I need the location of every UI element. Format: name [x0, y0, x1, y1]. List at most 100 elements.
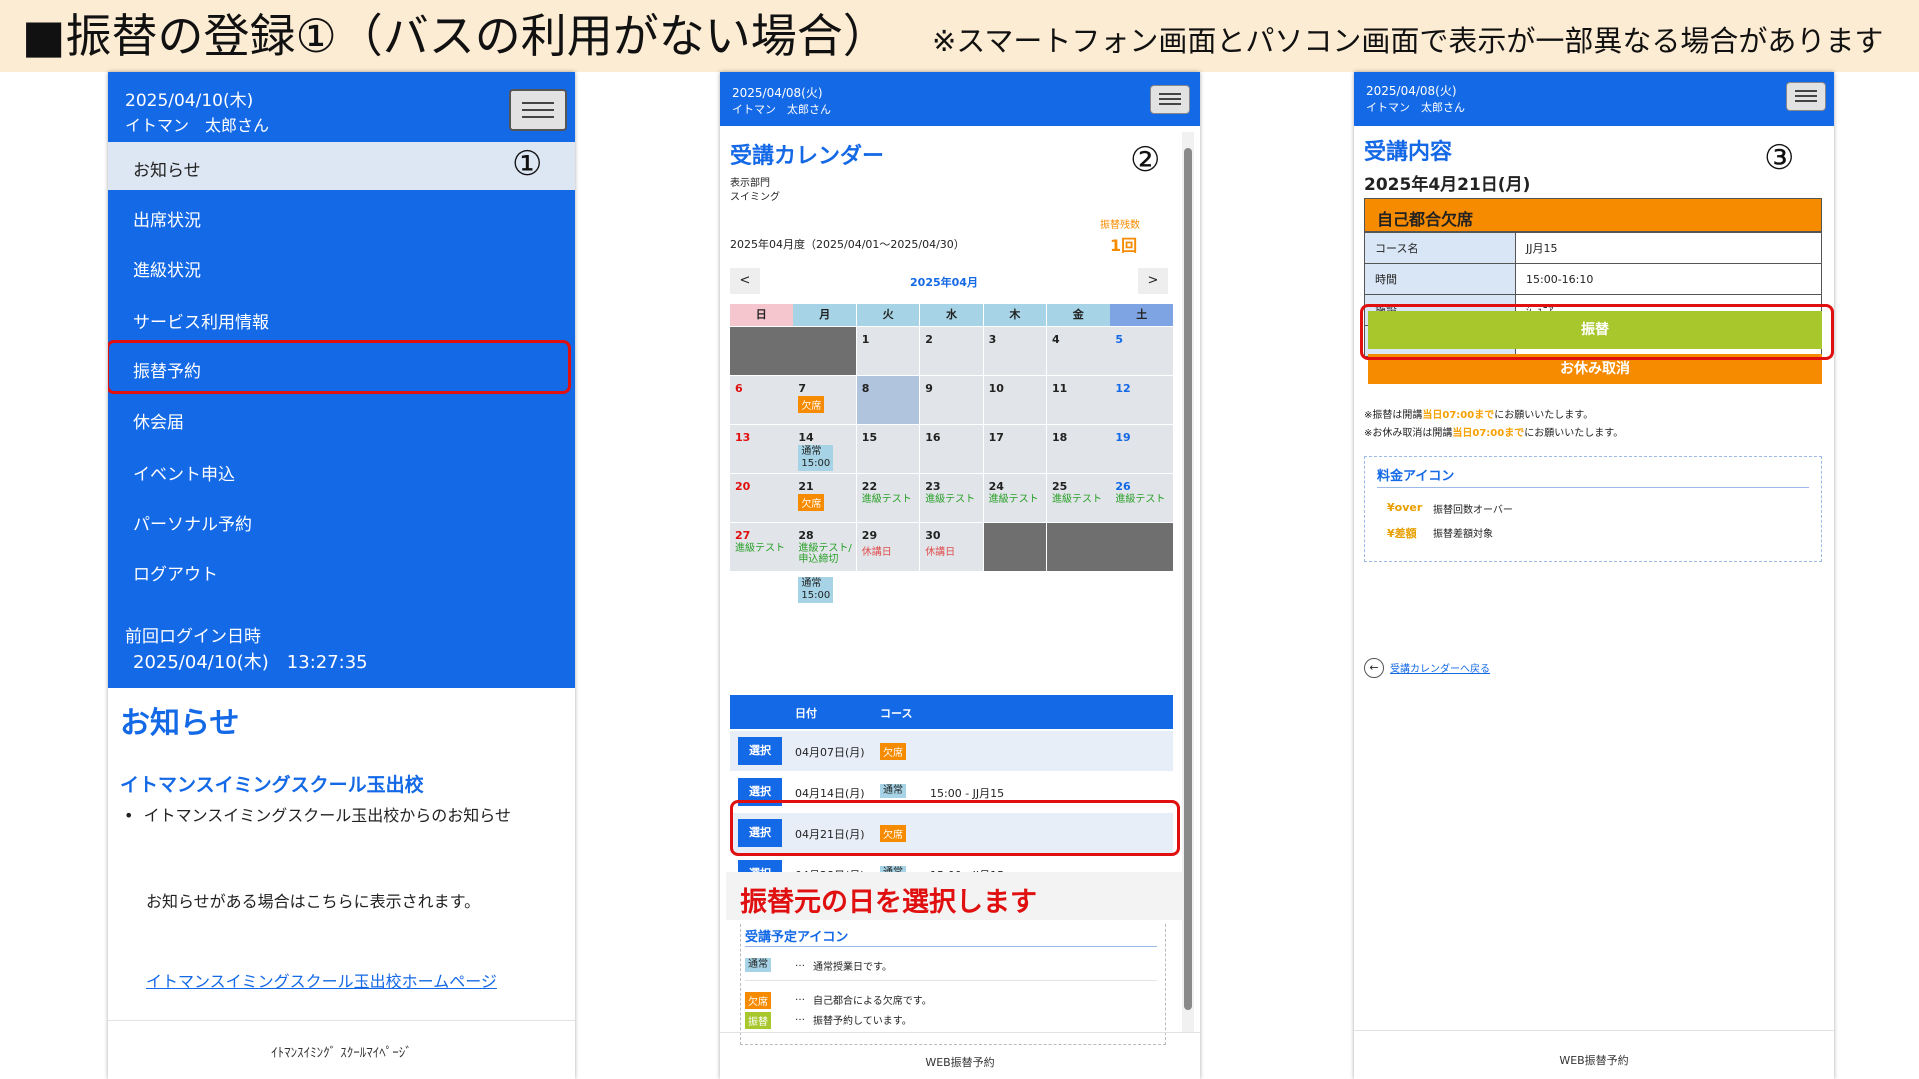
calendar-day-9[interactable]: 9 — [920, 375, 983, 424]
scrollbar-thumb[interactable] — [1184, 148, 1192, 1010]
homepage-link[interactable]: イトマンスイミングスクール玉出校ホームページ — [146, 968, 497, 992]
calendar-day-23[interactable]: 23 進級テスト — [920, 473, 983, 522]
phone-screen-calendar: 2025/04/08(火) イトマン 太郎さん 受講カレンダー ② 表示部門 ス… — [720, 72, 1200, 1079]
menu-item-leave[interactable]: 休会届 — [133, 408, 184, 433]
day-number: 17 — [988, 430, 1004, 444]
menu-item-label: お知らせ — [133, 161, 201, 181]
day-number: 15 — [861, 430, 878, 444]
calendar-day-25[interactable]: 25 進級テスト — [1047, 473, 1110, 522]
calendar-day-1[interactable]: 1 — [856, 326, 920, 375]
detail-title: 受講内容 — [1364, 140, 1453, 165]
current-date: 2025/04/08(火) — [1366, 84, 1457, 98]
calendar-day-15[interactable]: 15 — [856, 424, 920, 473]
menu-item-logout[interactable]: ログアウト — [133, 560, 218, 585]
calendar-grid: 日月火水木金土 1 2 3 4 5 6 7 欠席 8 9 10 11 12 13 14 通常 15:00 15 16… — [730, 304, 1173, 672]
col-course-header: コース — [880, 707, 913, 720]
calendar-day-21[interactable]: 21 欠席 — [793, 473, 856, 522]
calendar-day-18[interactable]: 18 — [1047, 424, 1110, 473]
calendar-day-6[interactable]: 6 — [730, 375, 793, 424]
calendar-day-14[interactable]: 14 通常 15:00 — [793, 424, 856, 473]
calendar-day-26[interactable]: 26 進級テスト — [1110, 473, 1173, 522]
menu-item-service-info[interactable]: サービス利用情報 — [133, 308, 269, 333]
footer: ｲﾄﾏﾝｽｲﾐﾝｸﾞ ｽｸｰﾙﾏｲﾍﾟｰｼﾞ — [271, 1046, 412, 1061]
legend-divider — [745, 946, 1157, 947]
back-arrow-icon[interactable]: ← — [1364, 658, 1384, 678]
day-number: 30 — [925, 528, 941, 542]
menu-item-personal[interactable]: パーソナル予約 — [133, 510, 252, 535]
day-number: 6 — [735, 381, 743, 395]
calendar-day-22[interactable]: 22 進級テスト — [856, 473, 920, 522]
calendar-day-4[interactable]: 4 — [1047, 326, 1110, 375]
footer: WEB振替予約 — [925, 1056, 995, 1069]
notice-bullet: • イトマンスイミングスクール玉出校からのお知らせ — [124, 806, 511, 825]
highlight-selected-row — [730, 800, 1180, 856]
divider — [108, 1020, 575, 1021]
divider — [1354, 1030, 1834, 1031]
phone-screen-menu: 2025/04/10(木) イトマン 太郎さん お知らせ ① 出席状況 進級状況… — [108, 72, 575, 1079]
calendar-day-7[interactable]: 7 欠席 — [793, 375, 856, 424]
calendar-day-27[interactable]: 27 進級テスト — [730, 522, 793, 571]
remaining-label: 振替残数 — [1100, 220, 1140, 231]
day-number: 22 — [861, 479, 878, 493]
day-number: 1 — [861, 332, 870, 346]
menu-item-progress[interactable]: 進級状況 — [133, 256, 201, 281]
calendar-cell-empty — [983, 522, 1047, 571]
select-button[interactable]: 選択 — [738, 737, 782, 765]
menu-item-event[interactable]: イベント申込 — [133, 460, 235, 485]
calendar-cell-empty — [793, 326, 856, 375]
menu-item-attendance[interactable]: 出席状況 — [133, 206, 201, 231]
list-row-0407[interactable]: 選択 04月07日(月) 欠席 — [730, 731, 1173, 771]
calendar-day-29[interactable]: 29 休講日 — [856, 522, 920, 571]
legend-box: 受講予定アイコン 通常 … 通常授業日です。 欠席 … 自己都合による欠席です。… — [740, 924, 1166, 1045]
menu-item-notice[interactable]: お知らせ — [108, 142, 575, 190]
current-date: 2025/04/08(火) — [732, 86, 823, 100]
calendar-day-8[interactable]: 8 — [856, 375, 920, 424]
calendar-tag-absent: 欠席 — [798, 493, 825, 511]
calendar-day-5[interactable]: 5 — [1110, 326, 1173, 375]
weekday-header-6: 土 — [1110, 304, 1173, 326]
slide-note: ※スマートフォン画面とパソコン画面で表示が一部異なる場合があります — [932, 24, 1884, 58]
calendar-tag-red: 休講日 — [861, 546, 892, 558]
last-login-label: 前回ログイン日時 — [125, 627, 261, 647]
calendar-day-3[interactable]: 3 — [983, 326, 1047, 375]
calendar-day-10[interactable]: 10 — [983, 375, 1047, 424]
calendar-day-2[interactable]: 2 — [920, 326, 983, 375]
lesson-date: 2025年4月21日(月) — [1364, 175, 1531, 195]
calendar-day-30[interactable]: 30 休講日 — [920, 522, 983, 571]
scrollbar[interactable] — [1182, 132, 1194, 1032]
calendar-day-19[interactable]: 19 — [1110, 424, 1173, 473]
legend-text-transfer: 振替予約しています。 — [813, 1016, 912, 1027]
next-month-button[interactable]: > — [1138, 268, 1168, 294]
hamburger-menu-icon[interactable] — [509, 89, 567, 131]
hamburger-menu-icon[interactable] — [1150, 85, 1190, 114]
last-login-value: 2025/04/10(木) 13:27:35 — [133, 652, 368, 673]
day-number: 10 — [988, 381, 1004, 395]
over-icon: ¥over — [1387, 501, 1423, 514]
hamburger-menu-icon[interactable] — [1786, 82, 1826, 111]
school-name: イトマンスイミングスクール玉出校 — [120, 774, 424, 796]
calendar-day-13[interactable]: 13 — [730, 424, 793, 473]
calendar-day-28[interactable]: 28 進級テスト/申込締切 通常 15:00 — [793, 522, 856, 603]
legend-tag-absent: 欠席 — [745, 992, 771, 1009]
day-number: 9 — [925, 381, 933, 395]
calendar-tag-red: 休講日 — [925, 546, 956, 558]
back-to-calendar-link[interactable]: 受講カレンダーへ戻る — [1390, 660, 1490, 675]
calendar-day-24[interactable]: 24 進級テスト — [983, 473, 1047, 522]
day-number: 24 — [988, 479, 1004, 493]
prev-month-button[interactable]: < — [730, 268, 760, 294]
calendar-day-17[interactable]: 17 — [983, 424, 1047, 473]
day-number: 4 — [1052, 332, 1060, 346]
calendar-day-12[interactable]: 12 — [1110, 375, 1173, 424]
highlight-transfer-menu — [108, 340, 571, 394]
day-number: 12 — [1115, 381, 1131, 395]
user-name: イトマン 太郎さん — [732, 103, 831, 116]
day-number: 11 — [1052, 381, 1068, 395]
col-date-header: 日付 — [795, 707, 817, 720]
calendar-day-11[interactable]: 11 — [1047, 375, 1110, 424]
step-marker-2: ② — [1130, 140, 1161, 180]
calendar-day-16[interactable]: 16 — [920, 424, 983, 473]
day-number: 16 — [925, 430, 941, 444]
day-number: 19 — [1115, 430, 1131, 444]
calendar-day-20[interactable]: 20 — [730, 473, 793, 522]
day-number: 5 — [1115, 332, 1124, 346]
